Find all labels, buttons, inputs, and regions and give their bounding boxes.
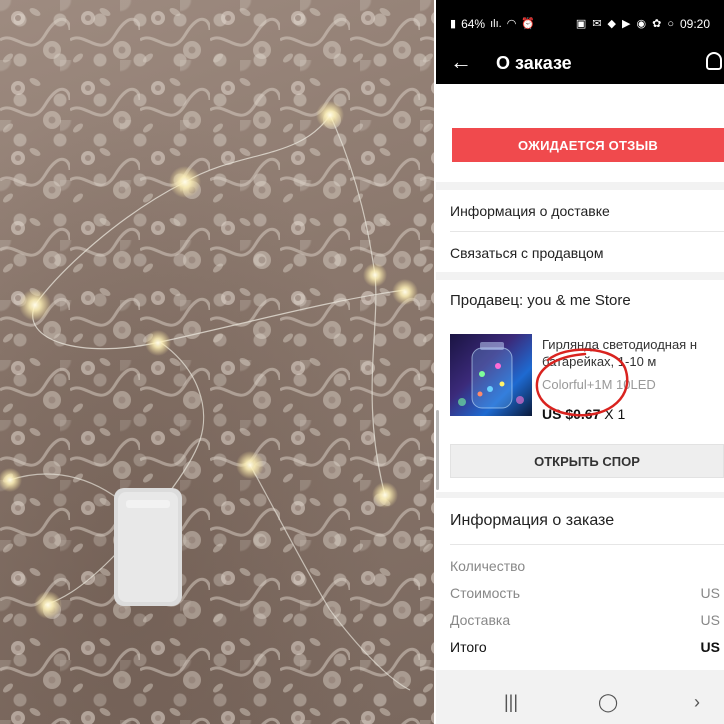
- notification-icon: ◆: [607, 18, 617, 30]
- product-title-line2: батарейках, 1-10 м: [542, 354, 657, 369]
- price-value: US $0.67: [542, 406, 601, 422]
- product-title-line1: Гирлянда светодиодная н: [542, 337, 698, 352]
- phone-screen: ▮ 64% ılı. ◠ ⏰ ▣ ✉ ◆ ▶ ◉ ✿ ○ 09:20 ← О з…: [436, 0, 724, 724]
- recent-apps-icon[interactable]: |||: [504, 692, 518, 713]
- page-title: О заказе: [496, 53, 572, 73]
- fairy-lights-illustration: [0, 0, 434, 724]
- product-photo: [0, 0, 434, 724]
- cost-label: Стоимость: [450, 585, 521, 601]
- total-value: US: [700, 639, 720, 655]
- youtube-icon: ▶: [622, 18, 631, 30]
- status-bar: ▮ 64% ılı. ◠ ⏰ ▣ ✉ ◆ ▶ ◉ ✿ ○ 09:20: [436, 0, 724, 44]
- clock: 09:20: [679, 17, 710, 31]
- loading-icon: ○: [667, 18, 674, 30]
- headset-icon[interactable]: [706, 52, 722, 70]
- delivery-value: US: [700, 612, 720, 628]
- quantity: X 1: [604, 406, 626, 422]
- jar-lights-image: [458, 342, 524, 409]
- divider: [450, 231, 724, 232]
- chevron-right-icon[interactable]: ›: [694, 692, 700, 713]
- product-price: US $0.67 X 1: [542, 406, 625, 422]
- system-nav-bar: ||| ◯ ›: [436, 680, 724, 724]
- app-bar: ← О заказе: [436, 44, 724, 84]
- mail-icon: ✉: [592, 18, 602, 30]
- contact-seller-link[interactable]: Связаться с продавцом: [450, 245, 603, 261]
- cost-value: US: [700, 585, 720, 601]
- signal-icon: ılı.: [490, 18, 502, 30]
- open-dispute-button[interactable]: ОТКРЫТЬ СПОР: [450, 444, 724, 478]
- delivery-info-link[interactable]: Информация о доставке: [450, 203, 610, 219]
- scrollbar[interactable]: [436, 410, 439, 490]
- wifi-icon: ◠: [506, 18, 517, 30]
- settings-icon: ✿: [652, 18, 662, 30]
- await-review-button[interactable]: ОЖИДАЕТСЯ ОТЗЫВ: [452, 128, 724, 162]
- gallery-icon: ▣: [575, 18, 587, 30]
- quantity-label: Количество: [450, 558, 526, 574]
- divider: [450, 544, 724, 545]
- total-label: Итого: [450, 639, 487, 655]
- chrome-icon: ◉: [636, 18, 647, 30]
- seller-name[interactable]: Продавец: you & me Store: [450, 292, 631, 309]
- product-variant: Colorful+1M 10LED: [542, 377, 656, 392]
- order-info-heading: Информация о заказе: [450, 512, 615, 529]
- home-icon[interactable]: ◯: [598, 692, 618, 713]
- product-thumbnail[interactable]: [450, 334, 532, 416]
- alarm-icon: ⏰: [521, 18, 536, 30]
- delivery-label: Доставка: [450, 612, 511, 628]
- product-title[interactable]: Гирлянда светодиодная н батарейках, 1-10…: [542, 336, 724, 370]
- arrow-left-icon[interactable]: ←: [450, 50, 472, 74]
- battery-icon: ▮: [450, 18, 457, 30]
- battery-percent: 64%: [461, 17, 486, 31]
